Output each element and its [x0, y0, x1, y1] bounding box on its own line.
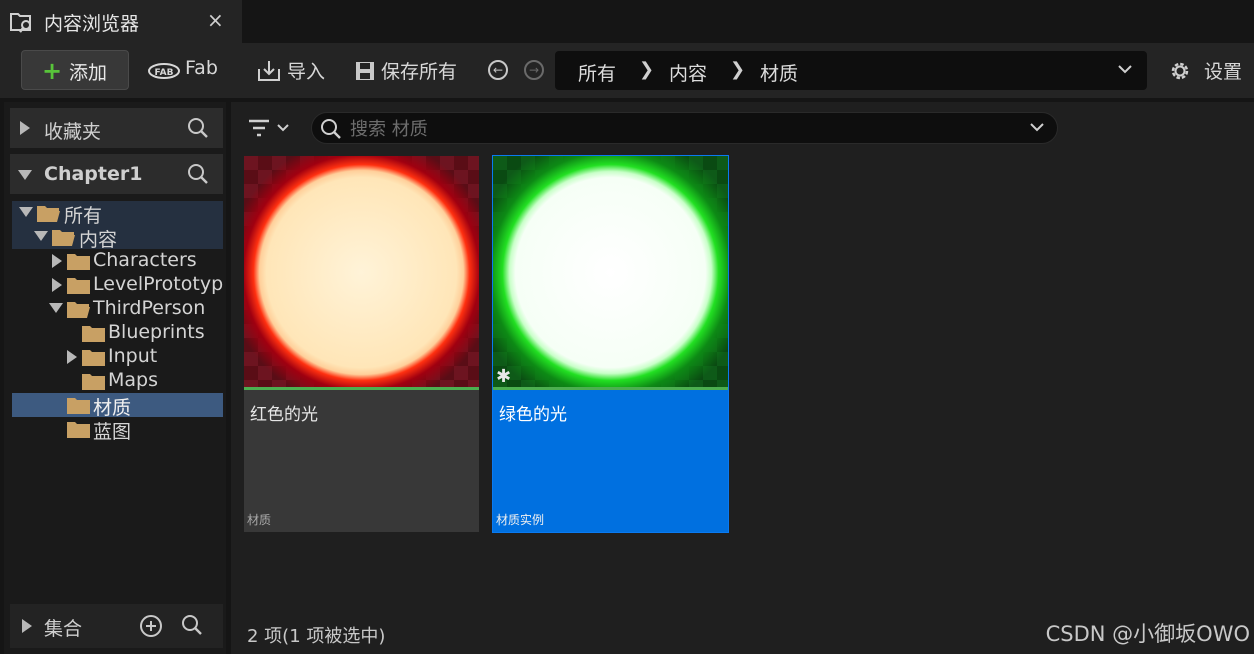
chevron-down-icon[interactable]: [1117, 61, 1133, 77]
tree-item-maps[interactable]: Maps: [12, 369, 223, 393]
chevron-right-icon[interactable]: ❯: [639, 59, 654, 80]
collections-title: 集合: [44, 618, 83, 640]
tab-title: 内容浏览器: [44, 13, 140, 35]
asset-search-box[interactable]: [311, 112, 1058, 144]
asset-name: 红色的光: [250, 405, 318, 425]
tree-item-characters[interactable]: Characters: [12, 249, 223, 273]
search-icon: [321, 119, 341, 139]
status-text: 2 项(1 项被选中): [247, 626, 386, 647]
breadcrumb-item-all[interactable]: 所有: [578, 59, 616, 86]
material-thumbnail: ✱: [493, 156, 728, 389]
tree-item-label: LevelPrototyping: [93, 273, 223, 295]
search-icon[interactable]: [187, 163, 209, 185]
search-input[interactable]: [348, 115, 992, 143]
search-icon[interactable]: [181, 614, 203, 636]
add-label: 添加: [69, 62, 108, 84]
collapse-arrow-icon[interactable]: [19, 207, 33, 217]
asset-tile-red-light[interactable]: 红色的光 材质: [244, 156, 479, 532]
tree-item-materials[interactable]: 材质: [12, 393, 223, 419]
tree-item-label: ThirdPerson: [93, 297, 206, 319]
favorites-header[interactable]: 收藏夹: [10, 108, 223, 148]
close-tab-button[interactable]: ×: [207, 8, 224, 32]
import-icon: [258, 61, 280, 81]
folder-icon: [67, 398, 90, 414]
folder-icon: [82, 326, 105, 342]
asset-type: 材质实例: [496, 513, 545, 527]
tree-item-label: 材质: [93, 397, 132, 419]
folder-open-icon: [52, 230, 75, 246]
tree-item-levelprototyping[interactable]: LevelPrototyping: [12, 273, 223, 297]
folder-open-icon: [37, 206, 60, 222]
folder-icon: [67, 278, 90, 294]
tree-item-label: 所有: [64, 205, 103, 227]
add-collection-icon[interactable]: [139, 614, 163, 638]
import-button[interactable]: 导入: [287, 57, 325, 84]
material-instance-icon: ✱: [496, 366, 512, 387]
forward-button[interactable]: →: [524, 60, 544, 80]
folder-icon: [67, 422, 90, 438]
collapse-arrow-icon[interactable]: [49, 303, 63, 313]
add-button[interactable]: + 添加: [21, 50, 129, 90]
save-icon: [356, 62, 374, 80]
tree-item-label: Input: [108, 345, 158, 367]
tree-item-label: 蓝图: [93, 421, 132, 443]
search-icon[interactable]: [187, 117, 209, 139]
tree-item-content[interactable]: 内容: [12, 225, 223, 251]
folder-icon: [67, 254, 90, 270]
tree-item-input[interactable]: Input: [12, 345, 223, 369]
tree-item-blueprints[interactable]: Blueprints: [12, 321, 223, 345]
favorites-title: 收藏夹: [44, 121, 102, 143]
gear-icon: [1171, 62, 1189, 80]
watermark: CSDN @小御坂OWO: [1045, 622, 1250, 646]
tree-item-label: 内容: [79, 229, 118, 251]
breadcrumb-item-content[interactable]: 内容: [669, 59, 707, 86]
folder-icon: [82, 374, 105, 390]
tree-item-blueprints-cn[interactable]: 蓝图: [12, 417, 223, 443]
sources-panel: 收藏夹 Chapter1 所有 内容 Characters LevelProto…: [4, 102, 226, 654]
collapse-arrow-icon[interactable]: [34, 231, 48, 241]
tree-item-thirdperson[interactable]: ThirdPerson: [12, 297, 223, 321]
expand-arrow-icon[interactable]: [67, 350, 77, 364]
asset-info: 红色的光 材质: [244, 390, 479, 532]
expand-arrow-icon[interactable]: [20, 121, 30, 135]
chevron-right-icon[interactable]: ❯: [730, 59, 745, 80]
tab-content-browser[interactable]: 内容浏览器 ×: [0, 0, 242, 43]
asset-type: 材质: [247, 513, 272, 527]
breadcrumb-item-materials[interactable]: 材质: [760, 59, 798, 86]
svg-text:FAB: FAB: [155, 68, 174, 78]
fab-icon: FAB: [148, 63, 180, 79]
asset-info: 绿色的光 材质实例: [493, 390, 728, 532]
expand-arrow-icon[interactable]: [22, 619, 32, 633]
tab-strip: 内容浏览器 ×: [0, 0, 1254, 43]
tree-item-all[interactable]: 所有: [12, 201, 223, 227]
back-button[interactable]: ←: [488, 60, 508, 80]
tree-item-label: Characters: [93, 249, 197, 271]
expand-arrow-icon[interactable]: [52, 254, 62, 268]
collapse-arrow-icon[interactable]: [18, 170, 32, 180]
asset-tile-green-light[interactable]: ✱ 绿色的光 材质实例: [492, 155, 729, 533]
folder-open-icon: [67, 302, 90, 318]
collections-header[interactable]: 集合: [10, 604, 223, 648]
breadcrumb: 所有 ❯ 内容 ❯ 材质: [555, 51, 1147, 90]
material-thumbnail: [244, 156, 479, 389]
expand-arrow-icon[interactable]: [52, 278, 62, 292]
fab-button[interactable]: Fab: [185, 57, 218, 79]
asset-view: 红色的光 材质 ✱ 绿色的光 材质实例 2 项(1 项被选中): [231, 102, 1254, 654]
chevron-down-icon[interactable]: [1029, 121, 1045, 135]
plus-icon: +: [42, 57, 63, 85]
filter-icon[interactable]: [248, 118, 294, 138]
content-browser-icon: [10, 13, 31, 33]
folder-icon: [82, 350, 105, 366]
asset-name: 绿色的光: [499, 405, 567, 425]
project-title: Chapter1: [44, 163, 143, 185]
toolbar: + 添加 FAB Fab 导入 保存所有 ← → 所有 ❯ 内容 ❯ 材质 设置: [0, 43, 1254, 98]
tree-item-label: Maps: [108, 369, 158, 391]
project-header[interactable]: Chapter1: [10, 154, 223, 194]
tree-item-label: Blueprints: [108, 321, 205, 343]
save-all-button[interactable]: 保存所有: [381, 57, 457, 84]
settings-button[interactable]: 设置: [1204, 57, 1242, 84]
